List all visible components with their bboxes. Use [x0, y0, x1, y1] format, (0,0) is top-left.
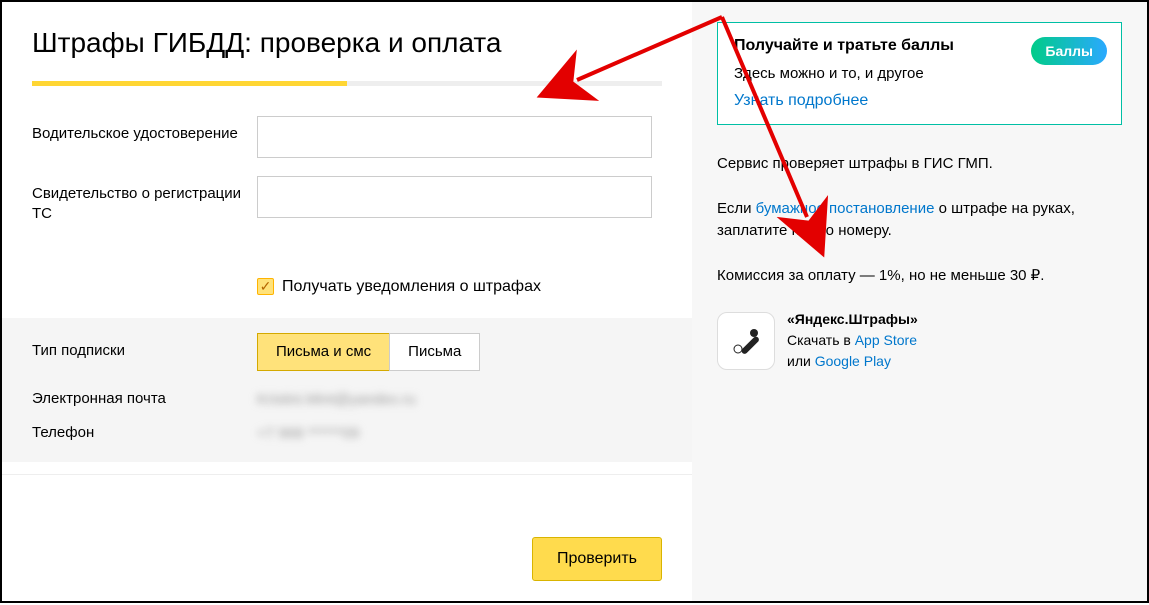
- app-promo: «Яндекс.Штрафы» Скачать в App Store или …: [717, 309, 1122, 372]
- app-or: или: [787, 353, 815, 369]
- email-value: Kristini.Mint@yandex.ru: [257, 389, 416, 408]
- submit-button[interactable]: Проверить: [532, 537, 662, 581]
- registration-input[interactable]: [257, 176, 652, 218]
- promo-box: Баллы Получайте и тратьте баллы Здесь мо…: [717, 22, 1122, 125]
- app-download-prefix: Скачать в: [787, 332, 855, 348]
- promo-link[interactable]: Узнать подробнее: [734, 92, 868, 109]
- promo-subtitle: Здесь можно и то, и другое: [734, 65, 1105, 82]
- divider: [2, 474, 692, 475]
- subscription-toggle: Письма и смс Письма: [257, 333, 480, 371]
- info-paper: Если бумажное постановление о штрафе на …: [717, 198, 1122, 243]
- registration-label: Свидетельство о регистрации ТС: [32, 176, 257, 225]
- notify-checkbox[interactable]: ✓: [257, 278, 274, 295]
- page-title: Штрафы ГИБДД: проверка и оплата: [32, 27, 662, 59]
- phone-label: Телефон: [32, 423, 257, 443]
- toggle-letters[interactable]: Письма: [389, 333, 480, 371]
- notify-label: Получать уведомления о штрафах: [282, 278, 541, 296]
- paper-order-link[interactable]: бумажное постановление: [756, 200, 935, 217]
- progress-bar: [32, 81, 662, 86]
- subscription-type-label: Тип подписки: [32, 341, 257, 361]
- info-gis: Сервис проверяет штрафы в ГИС ГМП.: [717, 153, 1122, 176]
- toggle-letters-sms[interactable]: Письма и смс: [257, 333, 389, 371]
- googleplay-link[interactable]: Google Play: [815, 353, 891, 369]
- phone-value: +7 968 ******09: [257, 423, 359, 442]
- app-icon: [717, 312, 775, 370]
- license-input[interactable]: [257, 116, 652, 158]
- info-paper-pre: Если: [717, 200, 756, 217]
- app-title: «Яндекс.Штрафы»: [787, 309, 918, 330]
- info-commission: Комиссия за оплату — 1%, но не меньше 30…: [717, 265, 1122, 288]
- points-badge[interactable]: Баллы: [1031, 37, 1107, 65]
- license-label: Водительское удостоверение: [32, 116, 257, 144]
- email-label: Электронная почта: [32, 389, 257, 409]
- appstore-link[interactable]: App Store: [855, 332, 917, 348]
